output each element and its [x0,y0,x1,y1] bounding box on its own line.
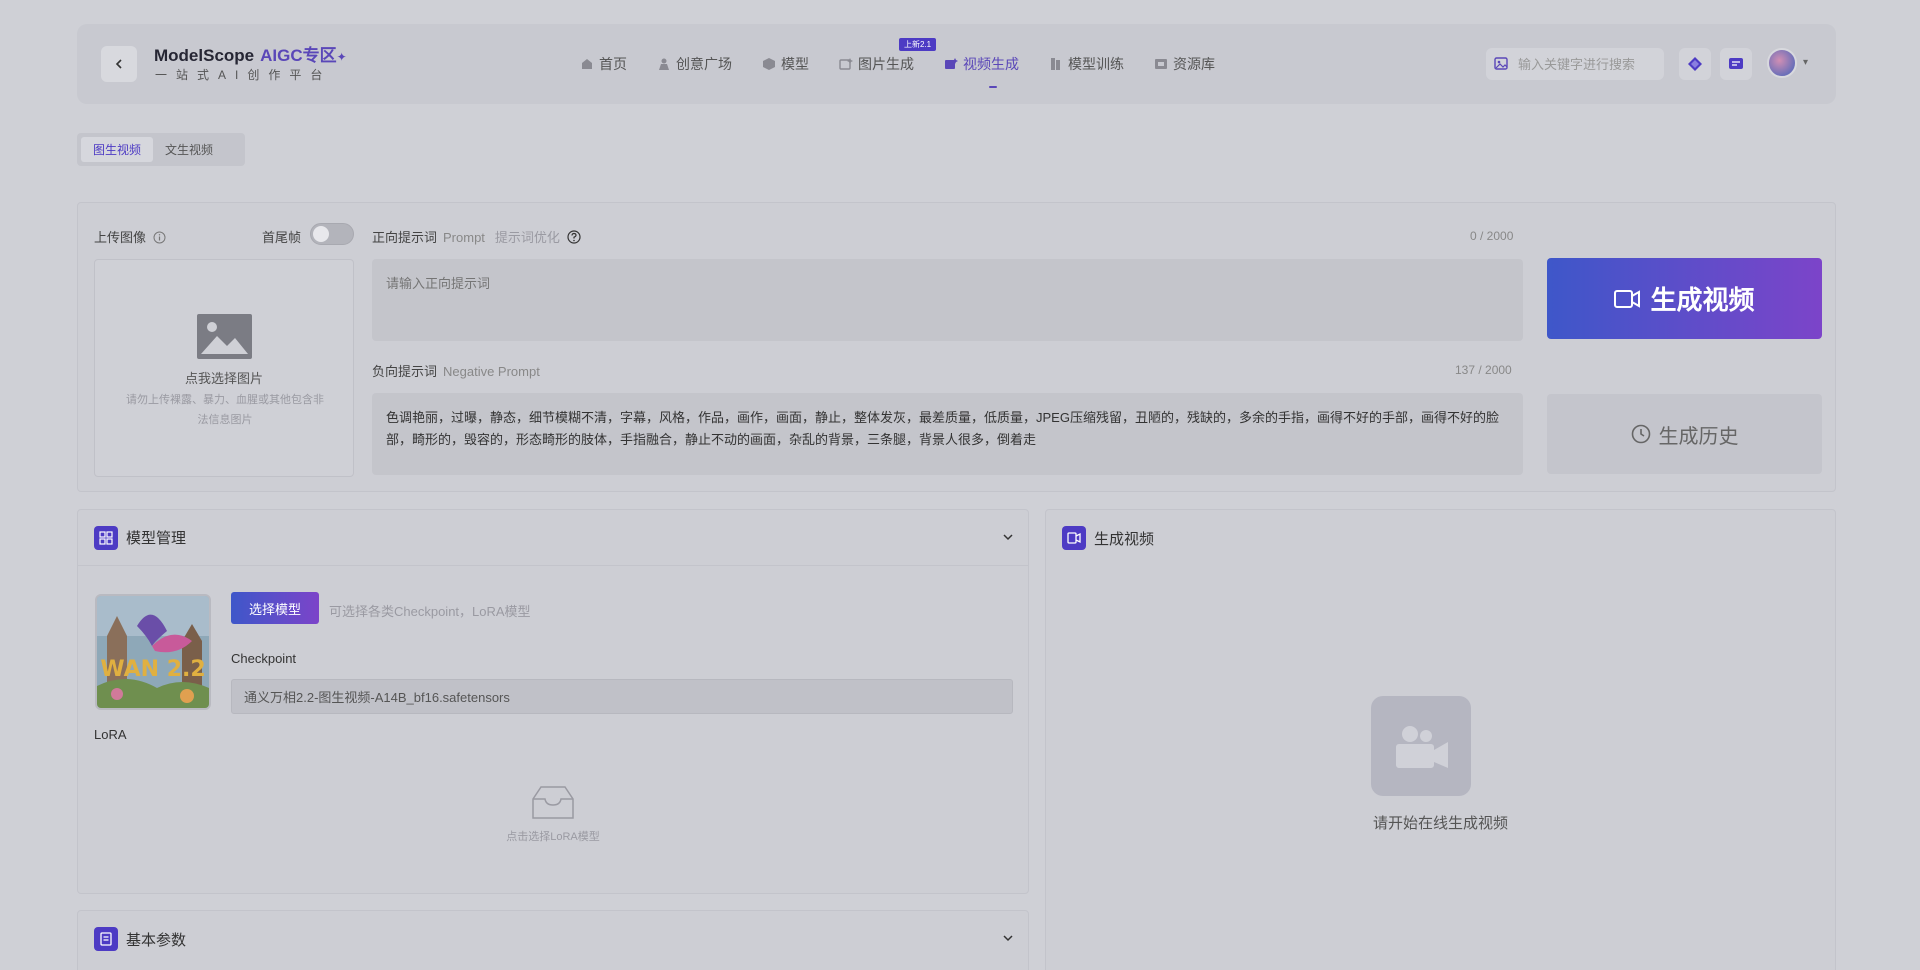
tab-image-to-video[interactable]: 图生视频 [81,137,154,162]
info-icon[interactable] [153,231,166,244]
negative-label-en: Negative Prompt [443,364,540,379]
upload-label-text: 上传图像 [94,230,147,245]
checkpoint-field[interactable]: 通义万相2.2-图生视频-A14B_bf16.safetensors [231,679,1013,714]
search-input[interactable] [1518,56,1658,72]
lora-empty-text: 点击选择LoRA模型 [506,831,600,843]
back-button[interactable] [101,46,137,82]
lora-label: LoRA [94,727,127,742]
generate-video-button[interactable]: 生成视频 [1547,258,1822,339]
top-navbar: ModelScope AIGC专区✦ 一站式AI创作平台 首页 创意广场 模型 图… [77,24,1836,104]
positive-prompt-counter: 0 / 2000 [1470,229,1514,243]
video-placeholder [1371,696,1471,796]
video-camera-icon [1614,288,1641,310]
positive-label-text: 正向提示词 [372,230,438,245]
clock-icon [1631,424,1651,444]
brand-subtitle: 一站式AI创作平台 [155,68,332,82]
book-icon [1049,57,1063,71]
first-last-frame-toggle[interactable] [310,223,354,245]
positive-prompt-input[interactable] [372,259,1523,341]
new-badge: 上新2.1 [899,38,937,51]
negative-prompt-counter: 137 / 2000 [1455,363,1512,377]
nav-resource-library[interactable]: 资源库 [1154,24,1215,104]
nav-label: 首页 [599,56,627,72]
document-icon [94,927,118,951]
tab-text-to-video[interactable]: 文生视频 [153,137,225,162]
nav-home[interactable]: 首页 [580,24,627,104]
chevron-left-icon [113,58,125,70]
upload-image-label: 上传图像 [94,227,166,246]
nav-label: 模型训练 [1068,56,1124,72]
generate-label: 生成视频 [1650,285,1755,315]
image-search-icon [1494,56,1510,72]
nav-label: 资源库 [1173,56,1215,72]
brand-name: ModelScope [154,46,255,65]
video-icon [1062,526,1086,550]
nav-model-training[interactable]: 模型训练 [1049,24,1124,104]
nav-label: 视频生成 [963,56,1019,72]
history-label: 生成历史 [1658,425,1739,448]
empty-box-icon [529,785,577,821]
checkpoint-label: Checkpoint [231,651,297,666]
chevron-down-icon[interactable] [1002,530,1014,547]
negative-prompt-input[interactable]: 色调艳丽，过曝，静态，细节模糊不清，字幕，风格，作品，画作，画面，静止，整体发灰… [372,393,1523,475]
grid-icon [94,525,118,550]
cube-icon [762,57,776,71]
nav-label: 模型 [781,56,809,72]
image-spark-icon [839,57,853,71]
nav-image-generation[interactable]: 图片生成 [839,24,914,104]
select-model-hint: 可选择各类Checkpoint，LoRA模型 [329,604,531,619]
user-avatar[interactable] [1767,48,1797,78]
model-panel-title: 模型管理 [126,530,187,547]
prompt-optimize-link[interactable]: 提示词优化 [495,230,560,245]
help-icon[interactable] [566,230,581,244]
nav-video-generation[interactable]: 上新2.1 视频生成 [899,24,1019,104]
sparkle-icon: ✦ [336,50,347,64]
basic-params-panel: 基本参数 [77,910,1029,970]
negative-label-text: 负向提示词 [372,364,438,379]
search-box[interactable] [1486,48,1664,80]
user-icon [657,57,671,71]
video-camera-people-icon [1390,722,1452,770]
image-upload-area[interactable]: 点我选择图片 请勿上传裸露、暴力、血腥或其他包含非法信息图片 [94,259,354,477]
upload-text: 点我选择图片 [184,371,263,386]
upload-note: 请勿上传裸露、暴力、血腥或其他包含非法信息图片 [126,394,324,426]
diamond-button[interactable] [1679,48,1711,80]
diamond-icon [1687,56,1703,72]
output-panel-title: 生成视频 [1094,530,1155,548]
positive-prompt-label: 正向提示词 Prompt 提示词优化 [372,227,581,246]
first-last-frame-label: 首尾帧 [262,230,302,245]
output-empty-text: 请开始在线生成视频 [1372,815,1508,832]
home-icon [580,57,594,71]
prompt-panel: 上传图像 首尾帧 点我选择图片 请勿上传裸露、暴力、血腥或其他包含非法信息图片 … [77,202,1836,492]
nav-creative-square[interactable]: 创意广场 [657,24,732,104]
select-model-button[interactable]: 选择模型 [231,592,319,624]
brand-logo[interactable]: ModelScope AIGC专区✦ [154,41,347,66]
model-thumbnail: WAN 2.2 [95,594,211,710]
caret-down-icon[interactable]: ▾ [1803,57,1808,68]
model-panel-header[interactable]: 模型管理 [78,510,1028,566]
params-panel-title: 基本参数 [126,931,187,949]
params-panel-header[interactable]: 基本参数 [78,911,1028,967]
archive-icon [1154,57,1168,71]
image-placeholder-icon [197,314,252,359]
nav-label: 创意广场 [676,56,732,72]
video-spark-icon [944,57,958,71]
output-panel-header: 生成视频 [1046,510,1835,566]
message-icon [1728,56,1744,72]
nav-label: 图片生成 [858,56,914,72]
brand-tag: AIGC专区 [260,46,337,65]
positive-label-en: Prompt [443,230,485,245]
nav-models[interactable]: 模型 [762,24,809,104]
message-button[interactable] [1720,48,1752,80]
generation-history-button[interactable]: 生成历史 [1547,394,1822,474]
mode-tabs: 图生视频 文生视频 [77,133,245,166]
main-nav: 首页 创意广场 模型 图片生成 上新2.1 视频生成 模型训练 资源库 [580,24,1245,104]
lora-empty-state[interactable]: 点击选择LoRA模型 [478,785,628,844]
model-management-panel: 模型管理 WAN 2.2 选择模型 可选择各类Checkpoint，LoRA模型… [77,509,1029,894]
chevron-down-icon[interactable] [1002,931,1014,948]
thumbnail-text: WAN 2.2 [100,657,205,682]
negative-prompt-label: 负向提示词 Negative Prompt [372,361,540,380]
generated-video-panel: 生成视频 请开始在线生成视频 [1045,509,1836,970]
